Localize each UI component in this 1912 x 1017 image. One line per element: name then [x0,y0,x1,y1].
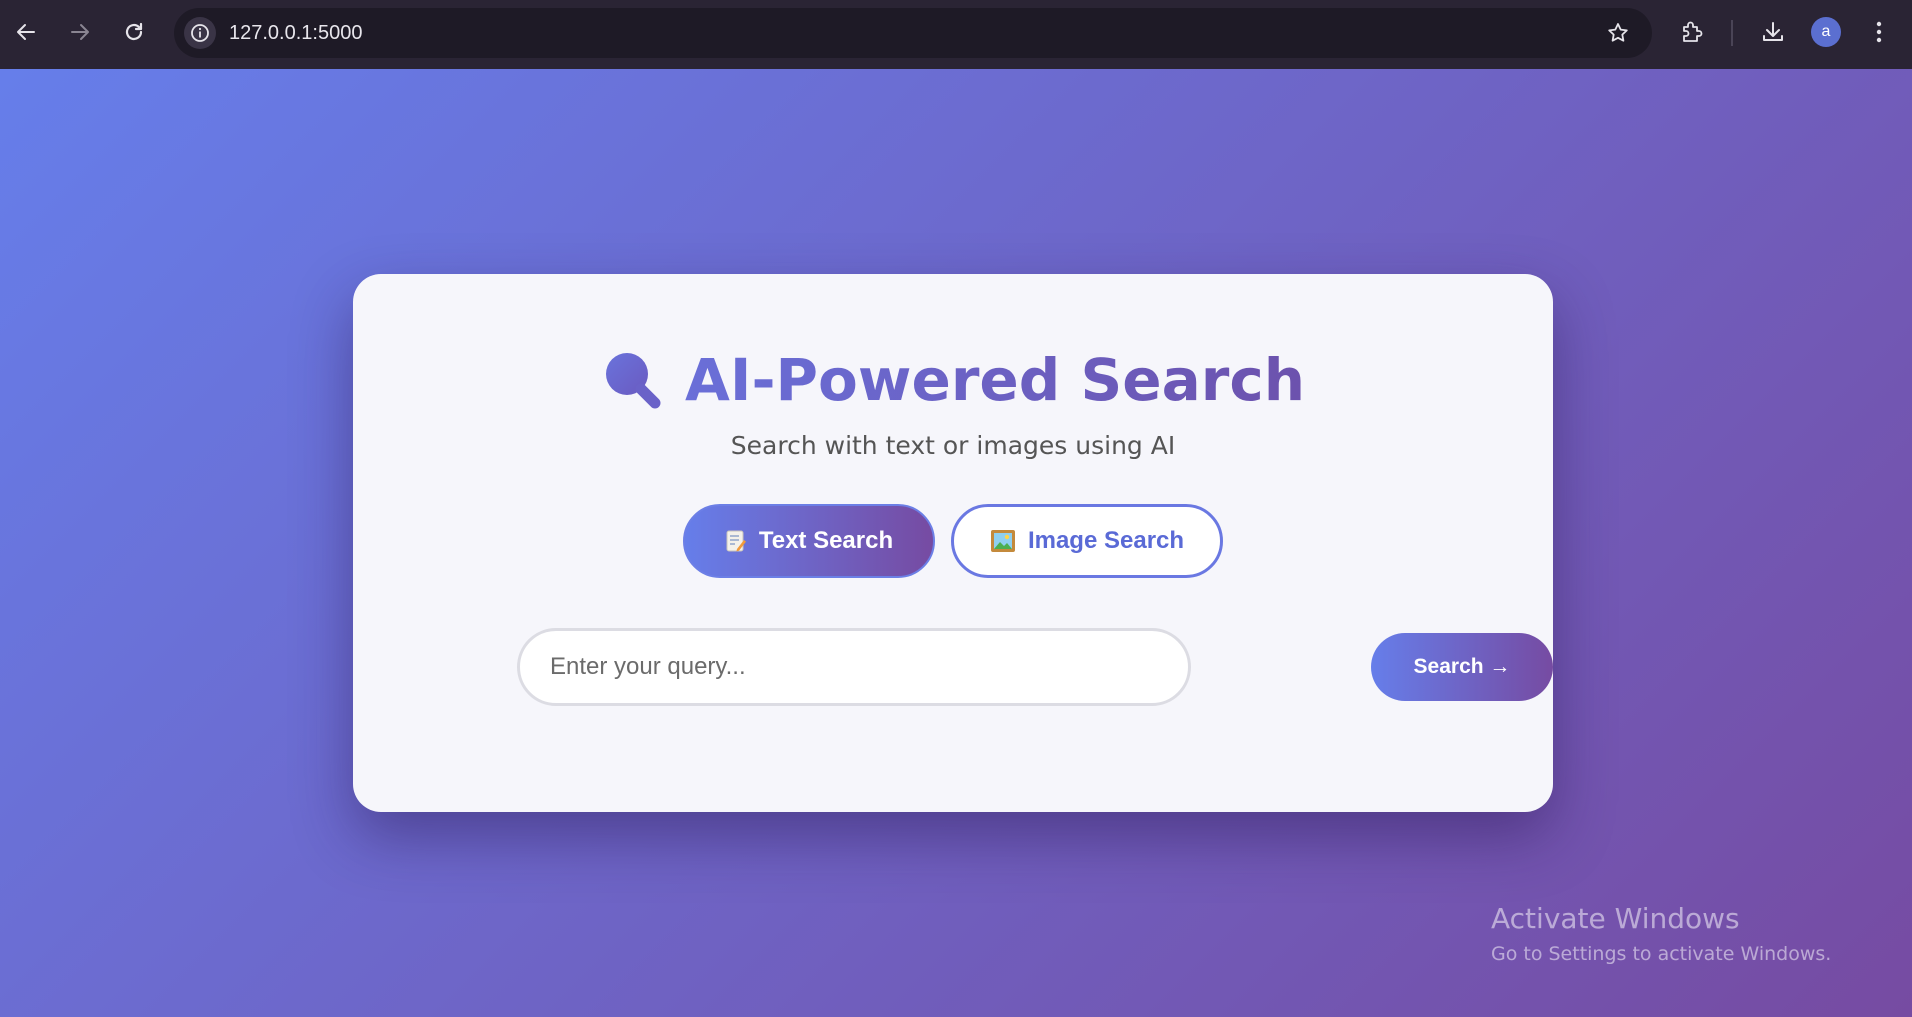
search-mode-tabs: Text Search Image Search [353,504,1553,578]
browser-toolbar: 127.0.0.1:5000 a [0,0,1912,69]
search-button[interactable]: Search → [1371,633,1553,701]
forward-button[interactable] [62,14,98,50]
star-icon [1608,23,1628,42]
site-info-button[interactable] [184,17,216,49]
profile-button[interactable]: a [1808,14,1844,50]
back-button[interactable] [8,14,44,50]
page-subtitle: Search with text or images using AI [730,431,1176,460]
download-icon [1763,22,1783,41]
watermark-title: Activate Windows [1491,902,1740,935]
windows-activation-watermark: Activate Windows Go to Settings to activ… [1491,902,1831,965]
toolbar-divider [1731,20,1733,46]
page-title: AI-Powered Search [685,346,1305,414]
avatar: a [1811,17,1841,47]
text-search-label: Text Search [758,527,894,554]
browser-menu-button[interactable] [1861,14,1897,50]
downloads-button[interactable] [1755,14,1791,50]
framed-picture-icon [990,530,1015,552]
search-card: AI-Powered Search Search with text or im… [353,274,1553,812]
watermark-subtitle: Go to Settings to activate Windows. [1491,943,1832,965]
image-search-label: Image Search [1027,527,1185,554]
search-form: Search → [517,628,1553,708]
bookmark-star-button[interactable] [1604,19,1632,47]
search-input[interactable] [517,628,1191,706]
url-text[interactable]: 127.0.0.1:5000 [229,22,362,45]
magnifier-icon [606,353,661,409]
extensions-button[interactable] [1674,14,1710,50]
info-icon [191,24,209,42]
page-header: AI-Powered Search [353,340,1553,420]
image-search-tab[interactable]: Image Search [951,504,1223,578]
forward-arrow-icon [71,24,89,40]
extensions-icon [1683,21,1703,42]
text-search-tab[interactable]: Text Search [683,504,935,578]
address-bar[interactable]: 127.0.0.1:5000 [174,8,1652,58]
memo-icon [726,530,746,552]
menu-dots-icon [1876,21,1882,43]
reload-icon [125,22,143,41]
reload-button[interactable] [116,14,152,50]
back-arrow-icon [17,24,35,40]
page-background: AI-Powered Search Search with text or im… [0,69,1912,1017]
